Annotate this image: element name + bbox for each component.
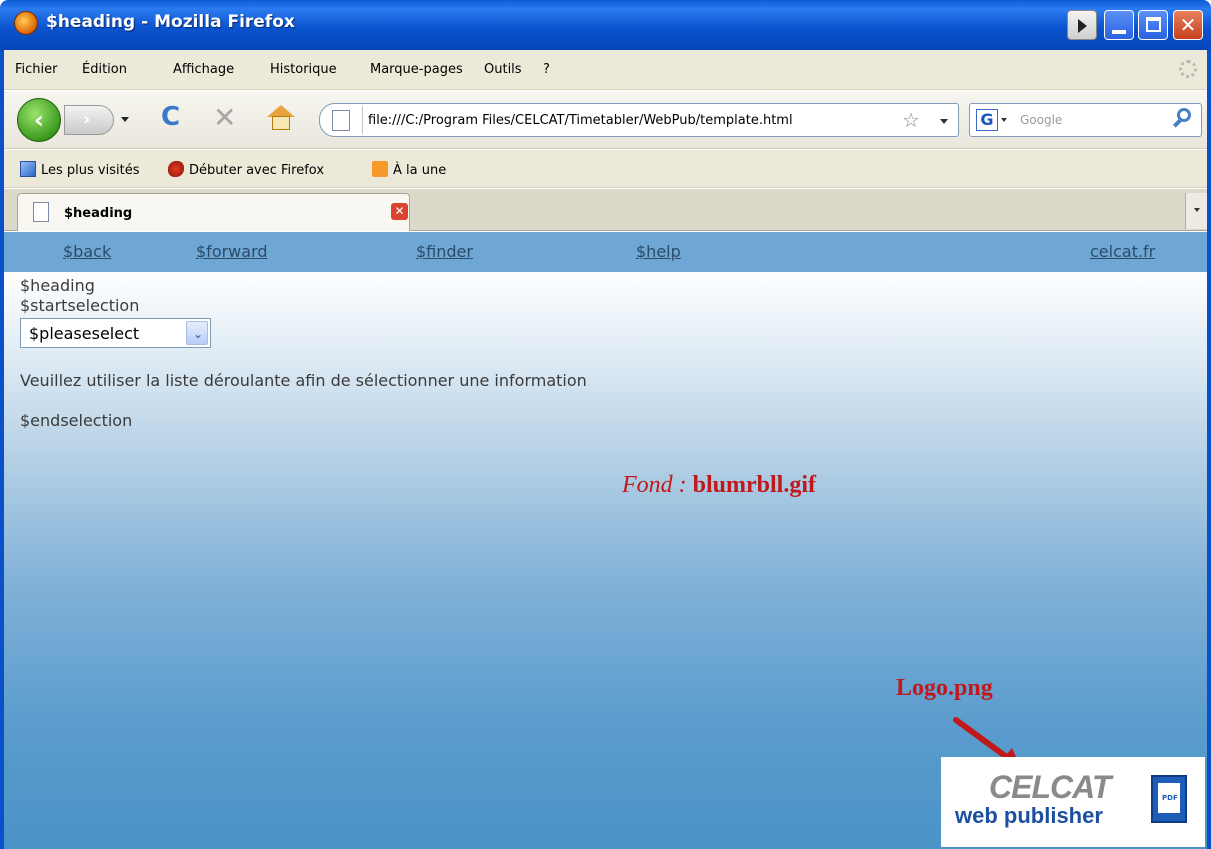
play-icon — [1078, 19, 1087, 33]
url-text[interactable]: file:///C:/Program Files/CELCAT/Timetabl… — [368, 113, 793, 128]
endselection-text: $endselection — [20, 411, 133, 430]
back-link[interactable]: $back — [63, 242, 111, 261]
page-icon — [33, 202, 49, 222]
title-bar: $heading - Mozilla Firefox ✕ — [0, 0, 1211, 50]
menu-marque-pages[interactable]: Marque-pages — [370, 62, 463, 77]
url-dropdown-icon[interactable] — [940, 119, 948, 124]
close-icon: ✕ — [1179, 13, 1197, 37]
search-engine-dropdown-icon[interactable] — [1001, 118, 1007, 122]
tab-list-button[interactable] — [1185, 193, 1207, 229]
bookmark-most-visited[interactable]: Les plus visités — [20, 161, 139, 178]
window-frame-right — [1207, 50, 1211, 849]
chevron-down-icon — [1194, 208, 1200, 212]
tab-heading[interactable]: $heading ✕ — [17, 193, 410, 231]
minimize-button[interactable] — [1104, 10, 1134, 40]
url-bar[interactable]: file:///C:/Program Files/CELCAT/Timetabl… — [319, 103, 959, 137]
menu-outils[interactable]: Outils — [484, 62, 522, 77]
minimize-icon — [1112, 30, 1126, 34]
firefox-bookmark-icon — [168, 161, 184, 177]
search-input[interactable]: Google — [1020, 113, 1062, 127]
pdf-icon: PDF — [1151, 775, 1187, 823]
celcat-link[interactable]: celcat.fr — [1090, 242, 1155, 261]
throbber-icon — [1179, 60, 1197, 78]
history-dropdown-icon[interactable] — [121, 117, 129, 122]
back-button[interactable]: ‹ — [17, 98, 61, 142]
help-link[interactable]: $help — [636, 242, 681, 261]
page-content: $back $forward $finder $help celcat.fr $… — [4, 232, 1207, 849]
search-bar[interactable]: G Google — [969, 103, 1202, 137]
startselection-text: $startselection — [20, 296, 140, 315]
bookmark-getting-started[interactable]: Débuter avec Firefox — [168, 161, 324, 178]
selected-value: $pleaseselect — [29, 324, 140, 343]
media-play-button[interactable] — [1067, 10, 1097, 40]
menu-affichage[interactable]: Affichage — [173, 62, 234, 77]
stop-icon[interactable]: ✕ — [213, 101, 236, 134]
reload-icon[interactable]: C — [161, 102, 180, 132]
window-title: $heading - Mozilla Firefox — [46, 12, 295, 32]
maximize-icon — [1146, 17, 1161, 32]
selection-dropdown[interactable]: $pleaseselect ⌄ — [20, 318, 211, 348]
logo-celcat-text: CELCAT — [989, 769, 1111, 805]
home-icon[interactable] — [267, 105, 295, 131]
tab-bar: $heading ✕ — [4, 189, 1207, 231]
forward-arrow-icon: › — [83, 109, 91, 130]
page-nav-strip: $back $forward $finder $help celcat.fr — [4, 232, 1207, 272]
logo-annotation: Logo.png — [896, 675, 993, 701]
bookmark-news[interactable]: À la une — [372, 161, 446, 178]
menu-fichier[interactable]: Fichier — [15, 62, 58, 77]
menu-help[interactable]: ? — [543, 62, 550, 77]
maximize-button[interactable] — [1138, 10, 1168, 40]
navigation-toolbar: ‹ › C ✕ file:///C:/Program Files/CELCAT/… — [4, 91, 1207, 149]
menu-edition[interactable]: Édition — [82, 62, 127, 77]
close-window-button[interactable]: ✕ — [1173, 10, 1203, 40]
forward-link[interactable]: $forward — [196, 242, 268, 261]
menu-historique[interactable]: Historique — [270, 62, 337, 77]
dropdown-button[interactable]: ⌄ — [186, 321, 208, 345]
bookmarks-toolbar: Les plus visités Débuter avec Firefox À … — [4, 150, 1207, 188]
background-annotation: Fond : blumrbll.gif — [622, 472, 817, 498]
menu-bar: Fichier Édition Affichage Historique Mar… — [4, 50, 1207, 90]
rss-feed-icon — [372, 161, 388, 177]
page-heading: $heading — [20, 276, 95, 295]
tab-label: $heading — [64, 206, 133, 221]
finder-link[interactable]: $finder — [416, 242, 473, 261]
page-icon — [332, 110, 350, 131]
bookmark-star-icon[interactable]: ☆ — [902, 108, 920, 132]
search-engine-icon[interactable]: G — [976, 109, 998, 131]
back-arrow-icon: ‹ — [34, 106, 44, 134]
instruction-text: Veuillez utiliser la liste déroulante af… — [20, 371, 587, 390]
chevron-down-icon: ⌄ — [193, 327, 204, 341]
bookmarks-folder-icon — [20, 161, 36, 177]
firefox-icon — [14, 11, 38, 35]
forward-button[interactable]: › — [64, 105, 114, 135]
celcat-web-publisher-logo: CELCAT web publisher PDF — [941, 757, 1205, 847]
search-icon[interactable] — [1172, 108, 1193, 128]
close-tab-icon[interactable]: ✕ — [391, 203, 408, 220]
logo-web-publisher-text: web publisher — [955, 803, 1103, 828]
